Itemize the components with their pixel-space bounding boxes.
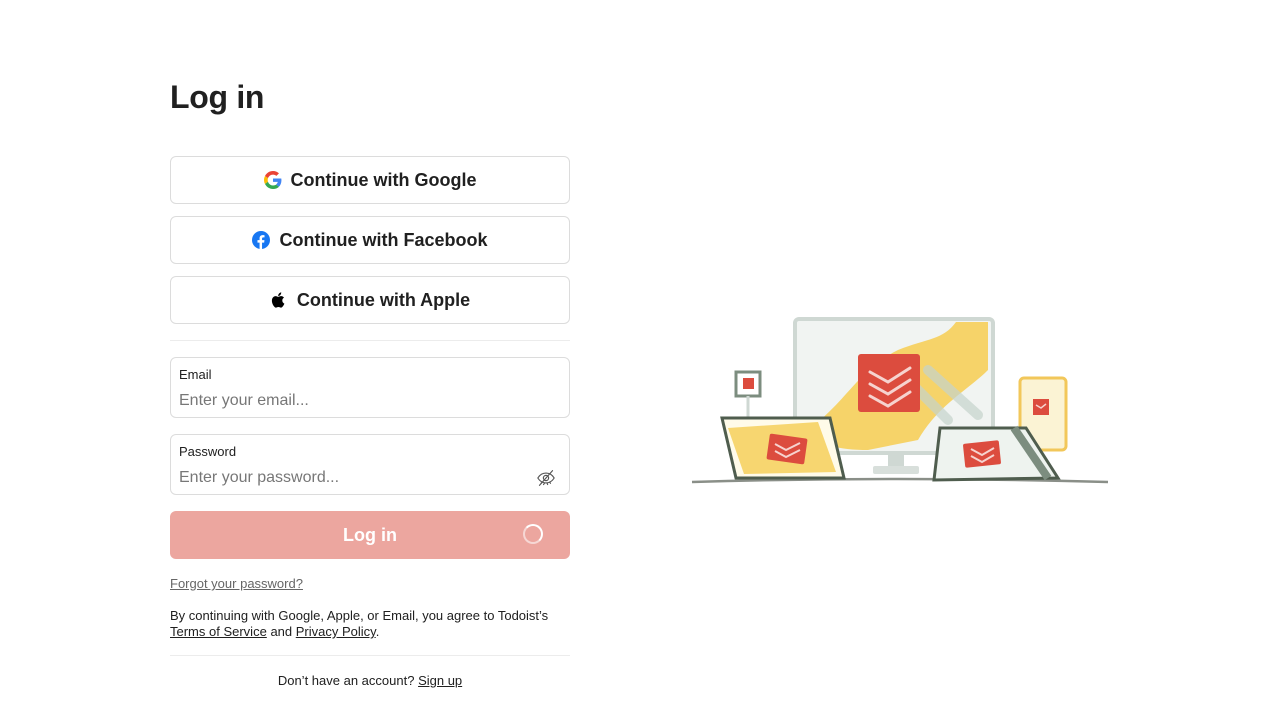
signup-row: Don’t have an account? Sign up bbox=[170, 673, 570, 688]
legal-suffix: . bbox=[375, 624, 380, 639]
continue-with-google-label: Continue with Google bbox=[290, 169, 477, 190]
privacy-policy-link[interactable]: Privacy Policy bbox=[296, 624, 376, 639]
divider bbox=[170, 655, 570, 656]
password-field[interactable]: Password bbox=[170, 434, 570, 495]
continue-with-facebook-label: Continue with Facebook bbox=[279, 229, 488, 250]
password-input[interactable] bbox=[179, 467, 519, 489]
signup-prompt: Don’t have an account? bbox=[277, 673, 415, 688]
continue-with-facebook-button[interactable]: Continue with Facebook bbox=[170, 216, 570, 264]
page-title: Log in bbox=[170, 79, 265, 115]
google-icon bbox=[263, 171, 282, 189]
password-label: Password bbox=[179, 444, 237, 459]
login-button-label: Log in bbox=[343, 524, 397, 545]
continue-with-google-button[interactable]: Continue with Google bbox=[170, 156, 570, 204]
legal-and: and bbox=[270, 624, 293, 639]
devices-illustration bbox=[691, 317, 1109, 484]
email-input[interactable] bbox=[179, 390, 519, 412]
legal-prefix: By continuing with Google, Apple, or Ema… bbox=[170, 608, 549, 623]
loading-spinner-icon bbox=[523, 524, 543, 544]
email-label: Email bbox=[179, 367, 212, 382]
continue-with-apple-button[interactable]: Continue with Apple bbox=[170, 276, 570, 324]
facebook-icon bbox=[252, 231, 271, 249]
continue-with-apple-label: Continue with Apple bbox=[296, 289, 471, 310]
terms-of-service-link[interactable]: Terms of Service bbox=[170, 624, 267, 639]
sign-up-link[interactable]: Sign up bbox=[418, 673, 462, 688]
email-field[interactable]: Email bbox=[170, 357, 570, 418]
forgot-password-link[interactable]: Forgot your password? bbox=[170, 576, 303, 591]
legal-notice: By continuing with Google, Apple, or Ema… bbox=[170, 608, 570, 640]
eye-slash-icon[interactable] bbox=[536, 469, 556, 487]
divider bbox=[170, 340, 570, 341]
login-button[interactable]: Log in bbox=[170, 511, 570, 559]
apple-icon bbox=[270, 291, 288, 309]
